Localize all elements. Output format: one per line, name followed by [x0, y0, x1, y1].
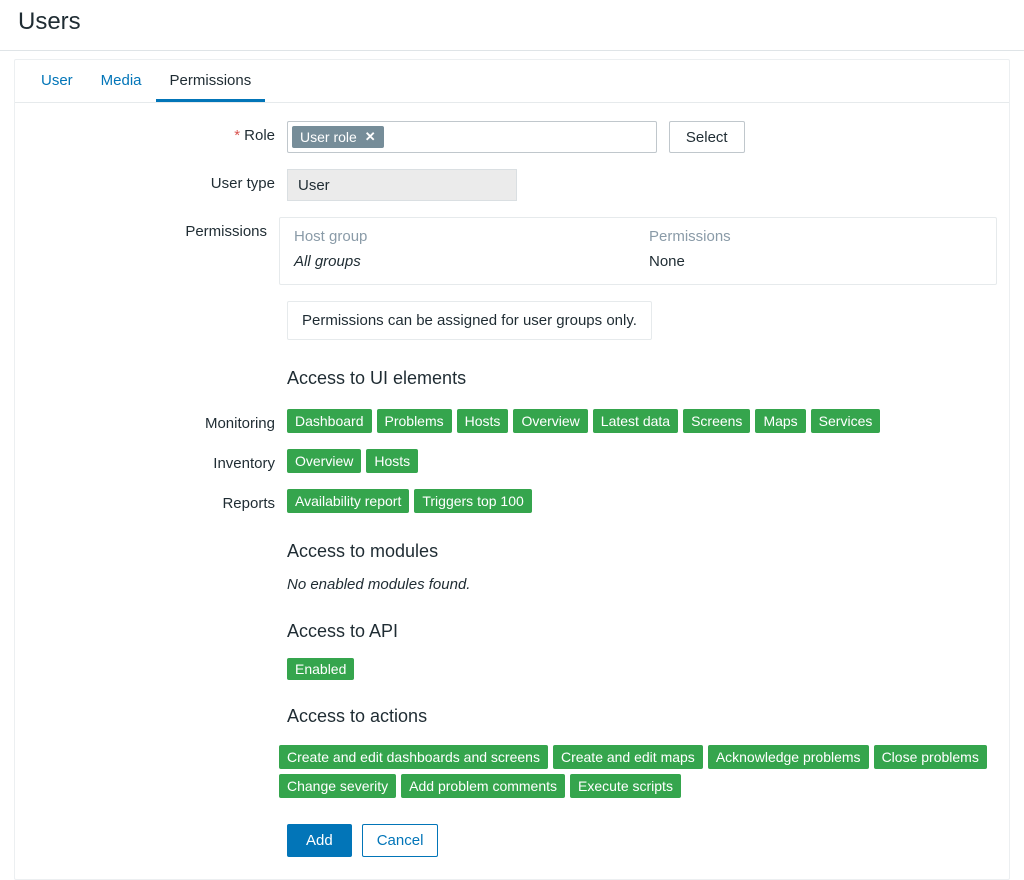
row-modules-note: No enabled modules found. — [27, 576, 997, 593]
perm-row: All groups None — [294, 253, 982, 270]
pills-inventory: OverviewHosts — [287, 449, 418, 473]
permission-pill: Availability report — [287, 489, 409, 513]
permission-pill: Create and edit maps — [553, 745, 703, 769]
permission-pill: Dashboard — [287, 409, 372, 433]
permissions-table: Host group Permissions All groups None — [279, 217, 997, 285]
tabs: User Media Permissions — [15, 60, 1009, 103]
permission-pill: Screens — [683, 409, 750, 433]
ui-access-title: Access to UI elements — [287, 368, 466, 389]
permission-pill: Change severity — [279, 774, 396, 798]
row-user-type: User type User — [27, 169, 997, 201]
perm-header-permissions: Permissions — [649, 228, 982, 245]
row-modules-title: Access to modules — [27, 541, 997, 572]
api-status-pill: Enabled — [287, 658, 354, 680]
permission-pill: Add problem comments — [401, 774, 565, 798]
perm-row-hostgroup: All groups — [294, 253, 649, 270]
role-tag-label: User role — [300, 129, 357, 145]
panel: User Media Permissions *Role User role ✕… — [14, 59, 1010, 880]
row-actions-pills: Create and edit dashboards and screensCr… — [27, 745, 997, 798]
page-header: Users — [0, 0, 1024, 51]
permissions-form: *Role User role ✕ Select User type User … — [15, 103, 1009, 879]
row-api-title: Access to API — [27, 621, 997, 652]
modules-title: Access to modules — [287, 541, 438, 562]
page-title: Users — [18, 8, 1006, 36]
row-ui-inventory: Inventory OverviewHosts — [27, 449, 997, 473]
permission-pill: Problems — [377, 409, 452, 433]
row-api-status: Enabled — [27, 660, 997, 678]
modules-note: No enabled modules found. — [287, 576, 470, 593]
permissions-note: Permissions can be assigned for user gro… — [287, 301, 652, 340]
permission-pill: Maps — [755, 409, 805, 433]
actions-title: Access to actions — [287, 706, 427, 727]
row-permissions: Permissions Host group Permissions All g… — [27, 217, 997, 285]
tab-permissions[interactable]: Permissions — [156, 60, 266, 102]
tab-media[interactable]: Media — [87, 60, 156, 102]
row-buttons: Add Cancel — [27, 816, 997, 857]
tab-user[interactable]: User — [27, 60, 87, 102]
api-title: Access to API — [287, 621, 398, 642]
add-button[interactable]: Add — [287, 824, 352, 857]
cancel-button[interactable]: Cancel — [362, 824, 439, 857]
permission-pill: Triggers top 100 — [414, 489, 531, 513]
row-permissions-note: Permissions can be assigned for user gro… — [27, 301, 997, 340]
pills-monitoring: DashboardProblemsHostsOverviewLatest dat… — [287, 409, 880, 433]
label-inventory: Inventory — [27, 449, 287, 472]
label-permissions: Permissions — [27, 217, 279, 240]
permission-pill: Execute scripts — [570, 774, 681, 798]
permission-pill: Hosts — [457, 409, 509, 433]
permission-pill: Latest data — [593, 409, 678, 433]
perm-header-hostgroup: Host group — [294, 228, 649, 245]
row-role: *Role User role ✕ Select — [27, 121, 997, 153]
role-multiselect[interactable]: User role ✕ — [287, 121, 657, 153]
permission-pill: Overview — [287, 449, 361, 473]
permission-pill: Hosts — [366, 449, 418, 473]
row-ui-monitoring: Monitoring DashboardProblemsHostsOvervie… — [27, 409, 997, 433]
row-actions-title: Access to actions — [27, 706, 997, 737]
pills-actions: Create and edit dashboards and screensCr… — [279, 745, 997, 798]
label-reports: Reports — [27, 489, 287, 512]
select-role-button[interactable]: Select — [669, 121, 745, 153]
role-tag: User role ✕ — [292, 126, 384, 148]
permission-pill: Close problems — [874, 745, 987, 769]
label-monitoring: Monitoring — [27, 409, 287, 432]
label-user-type: User type — [27, 169, 287, 192]
permission-pill: Overview — [513, 409, 587, 433]
row-ui-title: Access to UI elements — [27, 368, 997, 399]
row-ui-reports: Reports Availability reportTriggers top … — [27, 489, 997, 513]
close-icon[interactable]: ✕ — [365, 129, 376, 145]
user-type-value: User — [287, 169, 517, 201]
label-role: *Role — [27, 121, 287, 144]
permission-pill: Acknowledge problems — [708, 745, 869, 769]
perm-row-permissions: None — [649, 253, 982, 270]
permission-pill: Services — [811, 409, 881, 433]
pills-reports: Availability reportTriggers top 100 — [287, 489, 532, 513]
permission-pill: Create and edit dashboards and screens — [279, 745, 548, 769]
